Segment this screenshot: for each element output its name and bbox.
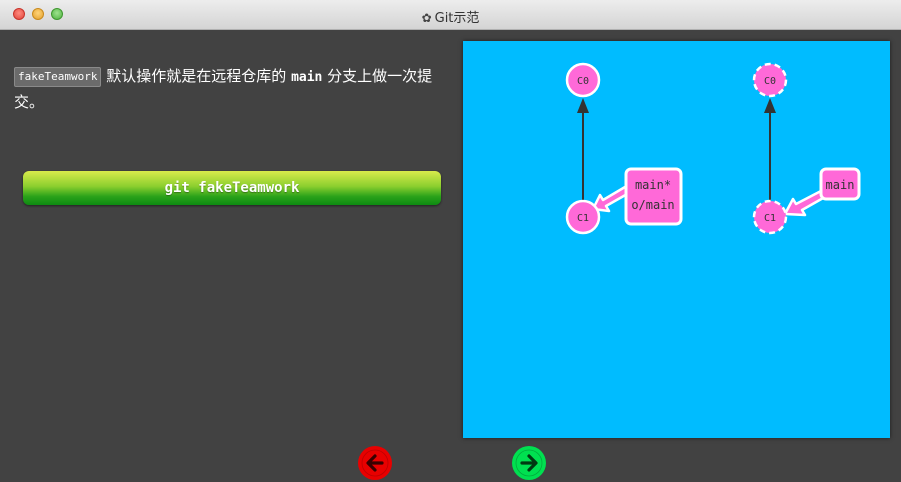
branch-term: main	[291, 70, 323, 85]
previous-step-button[interactable]	[358, 446, 392, 480]
gear-icon: ✿	[421, 11, 432, 25]
arrow-right-icon	[512, 446, 546, 480]
window-title-text: Git示范	[434, 11, 480, 26]
description-text-1: 默认操作就是在远程仓库的	[106, 67, 287, 85]
remote-branch-arrow	[783, 189, 827, 217]
local-commit-c1-label: C1	[577, 213, 589, 224]
lesson-description: fakeTeamwork 默认操作就是在远程仓库的 main 分支上做一次提交。	[14, 64, 446, 114]
arrow-left-icon	[358, 446, 392, 480]
local-commit-c0-label: C0	[577, 76, 589, 87]
local-branch-arrow	[591, 185, 631, 213]
local-branch-label-main: main*	[635, 178, 671, 192]
git-graph-svg: main* o/main C0 C1 main C0 C1	[565, 62, 861, 235]
remote-branch-label-main: main	[826, 178, 855, 192]
remote-commit-c0-label: C0	[764, 76, 776, 87]
remote-commit-c1-label: C1	[764, 213, 776, 224]
remote-edge-arrowhead	[764, 98, 776, 113]
code-term: fakeTeamwork	[14, 67, 102, 87]
window-titlebar: ✿ Git示范	[0, 0, 901, 30]
git-graph-canvas: main* o/main C0 C1 main C0 C1	[463, 41, 890, 438]
git-command-button[interactable]: git fakeTeamwork	[23, 171, 441, 205]
local-branch-label-origin: o/main	[631, 198, 674, 212]
next-step-button[interactable]	[512, 446, 546, 480]
local-edge-arrowhead	[577, 98, 589, 113]
window-title: ✿ Git示范	[0, 7, 901, 26]
